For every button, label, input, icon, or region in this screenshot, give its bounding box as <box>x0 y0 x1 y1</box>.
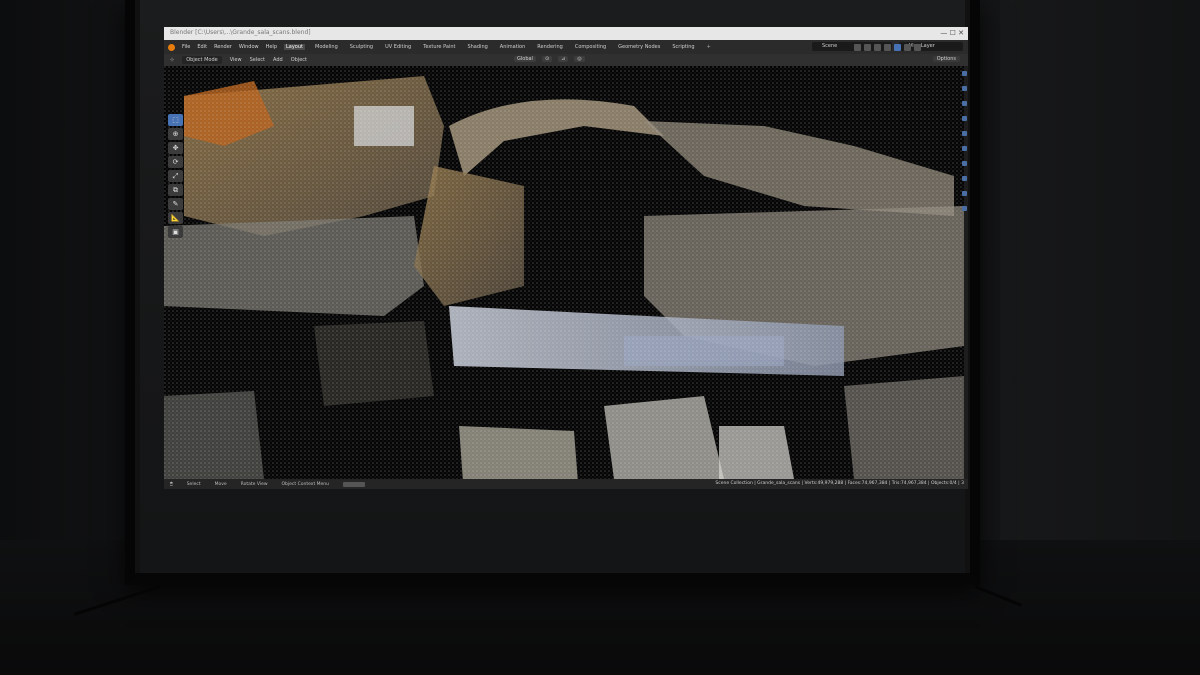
menu-select[interactable]: Select <box>250 57 265 63</box>
navigation-gizmo-strip <box>960 67 968 467</box>
wall-left <box>0 0 125 540</box>
tab-shading[interactable]: Shading <box>465 44 489 50</box>
scale-tool[interactable]: ⤢ <box>168 170 183 182</box>
tab-geometry-nodes[interactable]: Geometry Nodes <box>616 44 662 50</box>
tab-uv-editing[interactable]: UV Editing <box>383 44 413 50</box>
xray-icon[interactable] <box>884 44 891 51</box>
rotate-tool[interactable]: ⟳ <box>168 156 183 168</box>
sidebar-tab-icon[interactable] <box>961 131 967 136</box>
status-progress-indicator <box>343 481 365 487</box>
transform-controls: Global ⊙ ⊿ ◎ <box>514 56 585 62</box>
rendered-shading-icon[interactable] <box>914 44 921 51</box>
menu-object[interactable]: Object <box>291 57 307 63</box>
status-rotate-view: Rotate View <box>240 481 268 487</box>
status-select: Select <box>186 481 201 487</box>
camera-view-icon[interactable] <box>961 101 967 106</box>
add-workspace-button[interactable]: + <box>705 44 713 50</box>
blender-window: Blender [C:\Users\...\Grande_sala_scans.… <box>164 27 968 489</box>
status-move: Move <box>214 481 227 487</box>
status-mouse-left-icon: 🖱 <box>170 482 173 487</box>
overlay-icon[interactable] <box>874 44 881 51</box>
menu-window[interactable]: Window <box>239 44 259 50</box>
menu-add[interactable]: Add <box>273 57 283 63</box>
pan-icon[interactable] <box>961 86 967 91</box>
snap-icon[interactable]: ⊿ <box>558 56 569 62</box>
tool-shelf: ⬚ ⊕ ✥ ⟳ ⤢ ⧉ ✎ 📐 ▣ <box>168 114 183 238</box>
window-controls[interactable]: — ☐ ✕ <box>940 29 964 37</box>
select-box-tool[interactable]: ⬚ <box>168 114 183 126</box>
tab-animation[interactable]: Animation <box>498 44 528 50</box>
transform-orientation-select[interactable]: Global <box>514 56 536 62</box>
menu-file[interactable]: File <box>182 44 190 50</box>
tab-compositing[interactable]: Compositing <box>573 44 608 50</box>
visibility-icon[interactable] <box>854 44 861 51</box>
wall-right <box>1000 0 1200 600</box>
viewport-shading-tools <box>854 44 921 51</box>
menu-view[interactable]: View <box>230 57 242 63</box>
gizmo-icon[interactable] <box>864 44 871 51</box>
point-cloud-render <box>164 66 964 479</box>
add-cube-tool[interactable]: ▣ <box>168 226 183 238</box>
status-context-menu: Object Context Menu <box>281 481 330 487</box>
editor-type-icon[interactable]: ⊹ <box>170 57 174 63</box>
annotate-tool[interactable]: ✎ <box>168 198 183 210</box>
menu-help[interactable]: Help <box>266 44 277 50</box>
solid-shading-icon[interactable] <box>894 44 901 51</box>
transform-tool[interactable]: ⧉ <box>168 184 183 196</box>
tab-rendering[interactable]: Rendering <box>535 44 565 50</box>
scene-statistics: Scene Collection | Grande_sala_scans | V… <box>715 481 964 486</box>
window-title: Blender [C:\Users\...\Grande_sala_scans.… <box>170 29 311 36</box>
mode-select[interactable]: Object Mode <box>182 56 222 64</box>
top-bar: File Edit Render Window Help Layout Mode… <box>164 40 968 54</box>
menu-edit[interactable]: Edit <box>197 44 207 50</box>
pivot-icon[interactable]: ⊙ <box>541 56 553 62</box>
title-bar: Blender [C:\Users\...\Grande_sala_scans.… <box>164 27 968 40</box>
tab-texture-paint[interactable]: Texture Paint <box>421 44 457 50</box>
options-button[interactable]: Options <box>932 56 960 62</box>
sidebar-tab-icon[interactable] <box>961 206 967 211</box>
measure-tool[interactable]: 📐 <box>168 212 183 224</box>
blender-logo-icon[interactable] <box>168 43 175 51</box>
perspective-toggle-icon[interactable] <box>961 116 967 121</box>
3d-viewport[interactable]: ⬚ ⊕ ✥ ⟳ ⤢ ⧉ ✎ 📐 ▣ <box>164 66 964 479</box>
sidebar-tab-icon[interactable] <box>961 146 967 151</box>
tab-scripting[interactable]: Scripting <box>670 44 696 50</box>
proportional-icon[interactable]: ◎ <box>574 56 585 62</box>
sidebar-tab-icon[interactable] <box>961 161 967 166</box>
move-tool[interactable]: ✥ <box>168 142 183 154</box>
sidebar-tab-icon[interactable] <box>961 176 967 181</box>
tab-modeling[interactable]: Modeling <box>313 44 340 50</box>
cursor-tool[interactable]: ⊕ <box>168 128 183 140</box>
tab-layout[interactable]: Layout <box>284 44 305 50</box>
viewport-header: ⊹ Object Mode View Select Add Object Glo… <box>164 54 968 66</box>
zoom-icon[interactable] <box>961 71 967 76</box>
status-bar: 🖱 Select Move Rotate View Object Context… <box>164 479 968 489</box>
material-shading-icon[interactable] <box>904 44 911 51</box>
sidebar-tab-icon[interactable] <box>961 191 967 196</box>
tab-sculpting[interactable]: Sculpting <box>348 44 375 50</box>
menu-render[interactable]: Render <box>214 44 232 50</box>
